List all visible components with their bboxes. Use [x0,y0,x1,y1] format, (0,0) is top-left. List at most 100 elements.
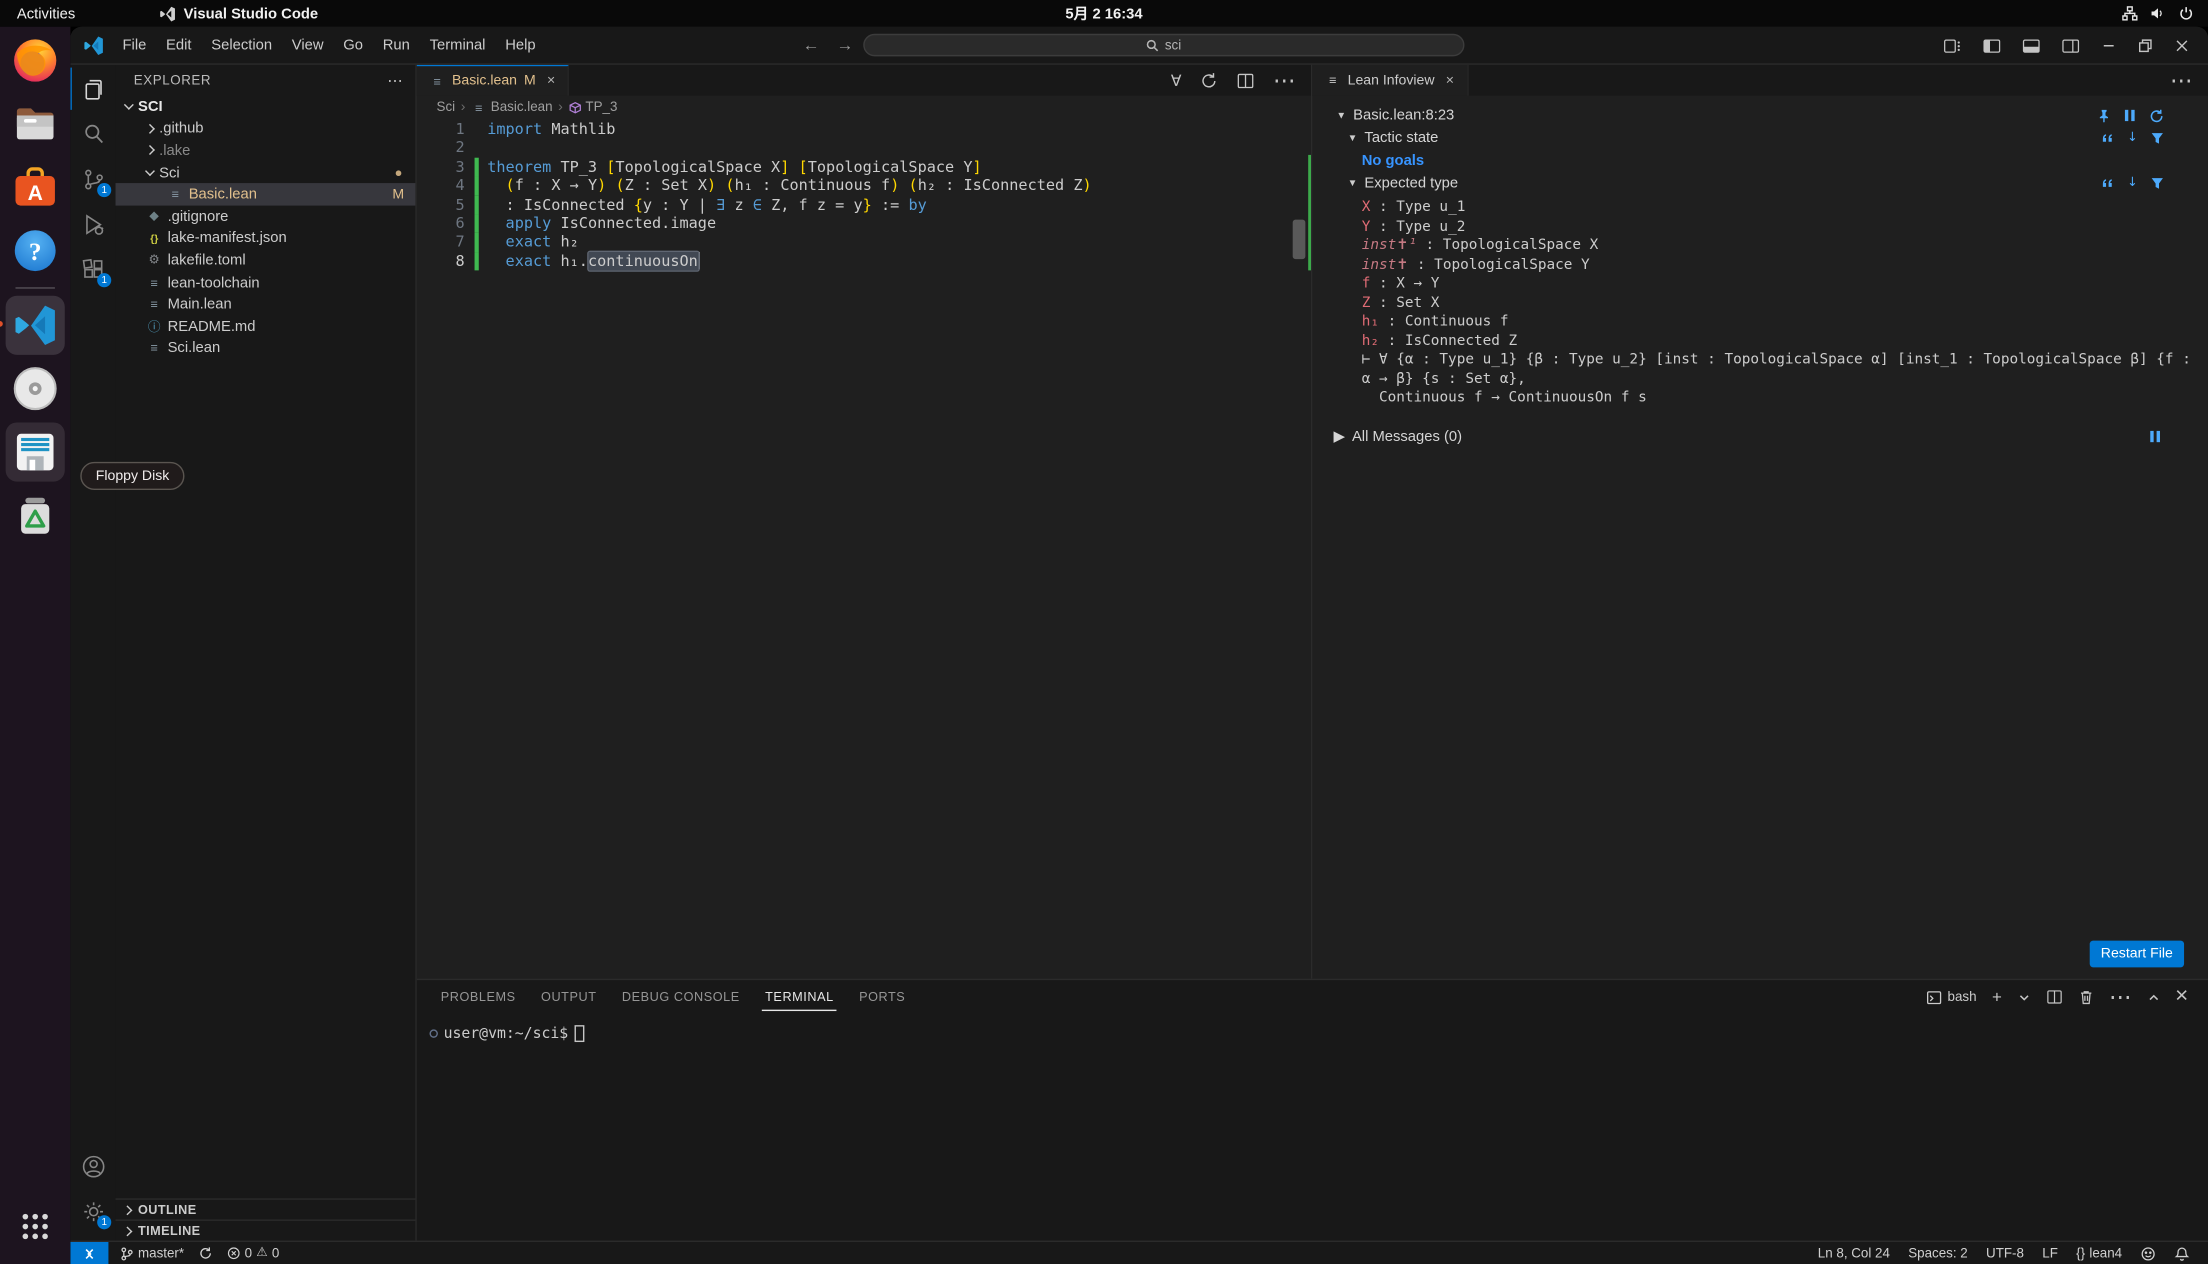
tree-item--lake[interactable]: .lake [115,140,415,162]
panel-tab-ports[interactable]: PORTS [856,984,908,1009]
tab-close-icon[interactable]: × [547,73,555,88]
activitybar-explorer-icon[interactable] [70,68,115,110]
infoview-tab-close-icon[interactable]: × [1446,73,1454,88]
code-line-8[interactable]: 8 exact h₁.continuousOn [417,252,1311,271]
language-mode-status[interactable]: {}lean4 [2069,1246,2129,1261]
system-tray[interactable] [2122,6,2208,21]
tree-item--gitignore[interactable]: ◆.gitignore [115,206,415,228]
code-line-2[interactable]: 2 [417,139,1311,158]
code-editor[interactable]: 1import Mathlib23theorem TP_3 [Topologic… [417,120,1311,979]
terminal-command-decoration[interactable] [429,1029,437,1037]
goto-down-icon[interactable]: ↓ [2127,131,2138,145]
collapse-chevron-icon[interactable]: ▼ [1336,111,1346,121]
code-line-5[interactable]: 5 : IsConnected {y : Y | ∃ z ∈ Z, f z = … [417,195,1311,214]
quote-icon[interactable] [2102,177,2115,188]
lean-forall-toolbar-icon[interactable]: ∀ [1171,71,1182,89]
panel-tab-debug-console[interactable]: DEBUG CONSOLE [619,984,743,1009]
git-branch-status[interactable]: master* [113,1246,191,1261]
breadcrumb[interactable]: Sci › ≡Basic.lean › TP_3 [417,96,1311,120]
activitybar-search-icon[interactable] [70,113,115,155]
menu-help[interactable]: Help [495,32,545,57]
filter-icon[interactable] [2150,131,2164,145]
tree-item-basic-lean[interactable]: ≡Basic.leanM [115,184,415,206]
nav-back-button[interactable]: ← [803,35,820,55]
explorer-more-actions-icon[interactable]: ⋯ [387,71,404,89]
dock-files-icon[interactable] [6,94,65,153]
refresh-icon[interactable] [2149,108,2164,123]
infoview-position-header[interactable]: Basic.lean:8:23 [1353,107,1454,124]
menu-file[interactable]: File [113,32,157,57]
split-editor-icon[interactable] [1236,71,1254,89]
toggle-secondary-sidebar-icon[interactable] [2062,36,2080,54]
expected-type-header[interactable]: Expected type [1364,175,1458,192]
tab-basic-lean[interactable]: ≡ Basic.lean M × [417,65,570,96]
activitybar-account-icon[interactable] [70,1145,115,1187]
dock-ubuntu-software-icon[interactable]: A [6,158,65,217]
nav-forward-button[interactable]: → [836,35,853,55]
menu-run[interactable]: Run [373,32,420,57]
tree-item-main-lean[interactable]: ≡Main.lean [115,293,415,315]
eol-status[interactable]: LF [2035,1246,2065,1261]
menu-go[interactable]: Go [333,32,372,57]
terminal-instance-bash[interactable]: bash [1926,989,1976,1004]
all-messages-header[interactable]: All Messages (0) [1352,427,1462,444]
menu-terminal[interactable]: Terminal [420,32,496,57]
dock-help-icon[interactable]: ? [6,221,65,280]
menu-edit[interactable]: Edit [156,32,201,57]
dock-floppy-disk-icon[interactable] [6,422,65,481]
restart-file-button[interactable]: Restart File [2090,941,2185,968]
dock-trash-icon[interactable] [6,486,65,545]
split-terminal-icon[interactable] [2046,989,2063,1006]
pause-icon[interactable] [2124,108,2137,122]
feedback-smiley-icon[interactable] [2133,1246,2163,1261]
menu-selection[interactable]: Selection [201,32,282,57]
panel-tab-problems[interactable]: PROBLEMS [438,984,519,1009]
filter-icon[interactable] [2150,176,2164,190]
indentation-status[interactable]: Spaces: 2 [1901,1246,1975,1261]
quote-icon[interactable] [2102,132,2115,143]
kill-terminal-trash-icon[interactable] [2078,989,2093,1006]
activitybar-settings-gear-icon[interactable]: 1 [70,1190,115,1232]
restore-button[interactable] [2138,37,2153,52]
terminal[interactable]: user@vm:~/sci$ [417,1025,2208,1042]
pin-icon[interactable] [2097,108,2111,122]
command-center-search[interactable]: sci [863,34,1464,57]
tab-lean-infoview[interactable]: ≡ Lean Infoview × [1312,65,1468,96]
dock-firefox-icon[interactable] [6,31,65,90]
tactic-state-header[interactable]: Tactic state [1364,130,1438,147]
pause-icon[interactable] [2149,429,2162,443]
lean-restart-toolbar-icon[interactable] [1200,71,1218,89]
minimize-button[interactable] [2101,37,2116,52]
infoview-more-actions-icon[interactable]: ⋯ [2170,66,2193,94]
maximize-panel-chevron-icon[interactable] [2147,991,2160,1004]
activitybar-run-debug-icon[interactable] [70,203,115,245]
close-button[interactable] [2174,37,2189,52]
menu-view[interactable]: View [282,32,334,57]
expand-chevron-icon[interactable]: ▶ [1334,427,1345,444]
activitybar-extensions-icon[interactable]: 1 [70,248,115,290]
sidebar-section-timeline[interactable]: TIMELINE [115,1219,415,1240]
code-line-7[interactable]: 7 exact h₂ [417,233,1311,252]
panel-tab-terminal[interactable]: TERMINAL [762,984,836,1011]
tree-item-lakefile-toml[interactable]: ⚙lakefile.toml [115,249,415,271]
sync-changes-button[interactable] [191,1246,219,1260]
goto-down-icon[interactable]: ↓ [2127,176,2138,190]
dock-vscode-icon[interactable] [6,296,65,355]
show-applications-button[interactable] [6,1197,65,1256]
editor-more-actions-icon[interactable]: ⋯ [1273,66,1296,94]
tree-item-readme-md[interactable]: ⓘREADME.md [115,315,415,337]
panel-more-actions-icon[interactable]: ⋯ [2109,983,2132,1011]
tree-item-lean-toolchain[interactable]: ≡lean-toolchain [115,271,415,293]
collapse-chevron-icon[interactable]: ▼ [1348,133,1358,143]
close-panel-icon[interactable]: × [2175,984,2188,1009]
clock[interactable]: 5月 2 16:34 [0,3,2208,24]
code-line-6[interactable]: 6 apply IsConnected.image [417,214,1311,233]
tree-root-sci[interactable]: SCI [115,96,415,118]
remote-indicator[interactable] [70,1242,108,1264]
terminal-dropdown-chevron-icon[interactable] [2017,991,2030,1004]
panel-tab-output[interactable]: OUTPUT [538,984,599,1009]
activitybar-source-control-icon[interactable]: 1 [70,158,115,200]
sidebar-section-outline[interactable]: OUTLINE [115,1198,415,1219]
tree-item-sci[interactable]: Sci [115,162,415,184]
tree-item-lake-manifest-json[interactable]: {}lake-manifest.json [115,228,415,250]
